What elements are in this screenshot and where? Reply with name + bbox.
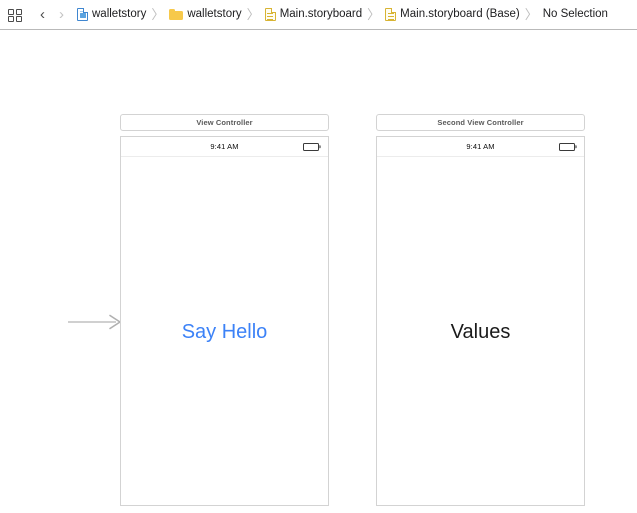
- status-bar: 9:41 AM: [121, 137, 328, 157]
- breadcrumb-label: walletstory: [92, 7, 147, 20]
- storyboard-canvas[interactable]: View Controller 9:41 AM Say Hello Second…: [0, 31, 637, 513]
- say-hello-button[interactable]: Say Hello: [121, 322, 328, 342]
- xcode-project-document-icon: [77, 8, 88, 21]
- grid-cell: [16, 8, 22, 15]
- initial-view-controller-arrow[interactable]: [68, 314, 122, 330]
- scene-titlebar[interactable]: Second View Controller: [376, 114, 585, 131]
- breadcrumb-label: walletstory: [187, 7, 242, 20]
- second-view-controller-view[interactable]: Values: [377, 157, 584, 505]
- grid-cell: [16, 15, 22, 22]
- device-frame[interactable]: 9:41 AM Values: [376, 136, 585, 506]
- status-bar: 9:41 AM: [377, 137, 584, 157]
- folder-icon: [169, 9, 184, 20]
- battery-full-icon: [559, 142, 577, 151]
- scene-title: View Controller: [196, 117, 253, 127]
- scene-view-controller[interactable]: View Controller 9:41 AM Say Hello: [120, 114, 329, 506]
- breadcrumb-label: No Selection: [542, 7, 608, 20]
- storyboard-document-icon: [385, 8, 397, 21]
- view-controller-view[interactable]: Say Hello: [121, 157, 328, 505]
- battery-full-icon: [303, 142, 321, 151]
- status-bar-time: 9:41 AM: [210, 141, 239, 151]
- breadcrumb-item-storyboard-base[interactable]: Main.storyboard (Base): [385, 8, 520, 21]
- breadcrumb-item-project[interactable]: walletstory: [77, 8, 146, 21]
- scene-title: Second View Controller: [437, 117, 524, 127]
- breadcrumb-separator-icon: 〉: [367, 7, 381, 22]
- breadcrumb: walletstory 〉 walletstory 〉 Main.storybo…: [77, 8, 608, 21]
- editor-layout-grid-icon[interactable]: [7, 7, 25, 23]
- values-label: Values: [450, 321, 511, 343]
- back-button[interactable]: ‹: [33, 7, 52, 22]
- scene-second-view-controller[interactable]: Second View Controller 9:41 AM Values: [376, 114, 585, 506]
- device-frame[interactable]: 9:41 AM Say Hello: [120, 136, 329, 506]
- forward-button[interactable]: ›: [52, 7, 71, 22]
- breadcrumb-label: Main.storyboard: [279, 7, 363, 20]
- breadcrumb-separator-icon: 〉: [151, 7, 165, 22]
- breadcrumb-item-selection[interactable]: No Selection: [542, 7, 608, 21]
- status-bar-time: 9:41 AM: [466, 141, 495, 151]
- jump-bar: ‹ › walletstory 〉 walletstory 〉 Main.sto…: [0, 0, 637, 30]
- breadcrumb-item-storyboard[interactable]: Main.storyboard: [264, 7, 363, 21]
- grid-cell: [8, 8, 14, 15]
- breadcrumb-separator-icon: 〉: [524, 7, 538, 22]
- breadcrumb-separator-icon: 〉: [246, 7, 260, 22]
- breadcrumb-item-group[interactable]: walletstory: [169, 7, 242, 21]
- storyboard-document-icon: [264, 8, 276, 21]
- breadcrumb-label: Main.storyboard (Base): [400, 7, 520, 20]
- scene-titlebar[interactable]: View Controller: [120, 114, 329, 131]
- grid-cell: [8, 15, 14, 22]
